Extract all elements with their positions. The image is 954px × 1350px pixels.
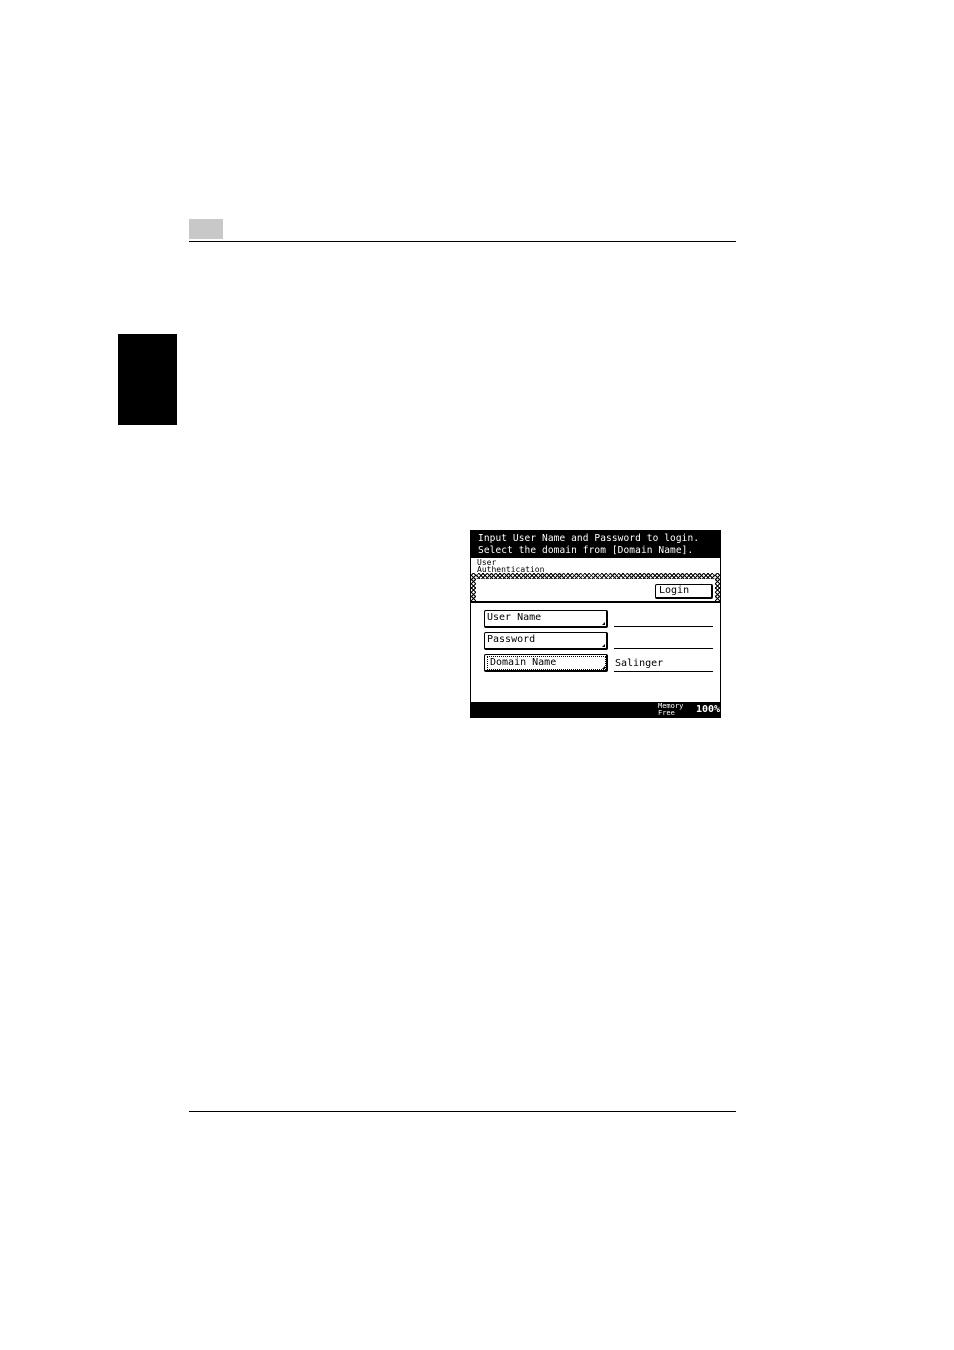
user-name-value [614, 612, 713, 627]
domain-name-button[interactable]: Domain Name [484, 654, 608, 672]
header-rule [189, 241, 736, 242]
password-button[interactable]: Password [484, 632, 608, 650]
domain-name-value: Salinger [614, 657, 713, 672]
status-bar: Memory Free 100% [471, 702, 720, 717]
memory-label-line-2: Free [658, 708, 675, 717]
mode-title-line-2: Authentication [477, 565, 545, 574]
login-button[interactable]: Login [655, 584, 713, 599]
memory-free-label: Memory Free [658, 703, 683, 716]
message-line-2: Select the domain from [Domain Name]. [478, 544, 694, 556]
hatch-border-right [715, 573, 720, 601]
domain-name-label: Domain Name [487, 656, 606, 670]
mode-title: User Authentication [477, 559, 545, 574]
page-tab-marker [189, 219, 223, 239]
chapter-side-tab [118, 334, 177, 425]
tab-divider [471, 601, 720, 603]
memory-free-value: 100% [696, 704, 720, 715]
message-bar: Input User Name and Password to login. S… [471, 531, 720, 558]
footer-rule [189, 1111, 736, 1112]
password-value [614, 634, 713, 649]
control-panel-screen: Input User Name and Password to login. S… [470, 530, 721, 718]
user-name-label: User Name [487, 612, 542, 623]
password-label: Password [487, 634, 536, 645]
message-line-1: Input User Name and Password to login. [478, 533, 700, 544]
user-name-button[interactable]: User Name [484, 610, 608, 628]
